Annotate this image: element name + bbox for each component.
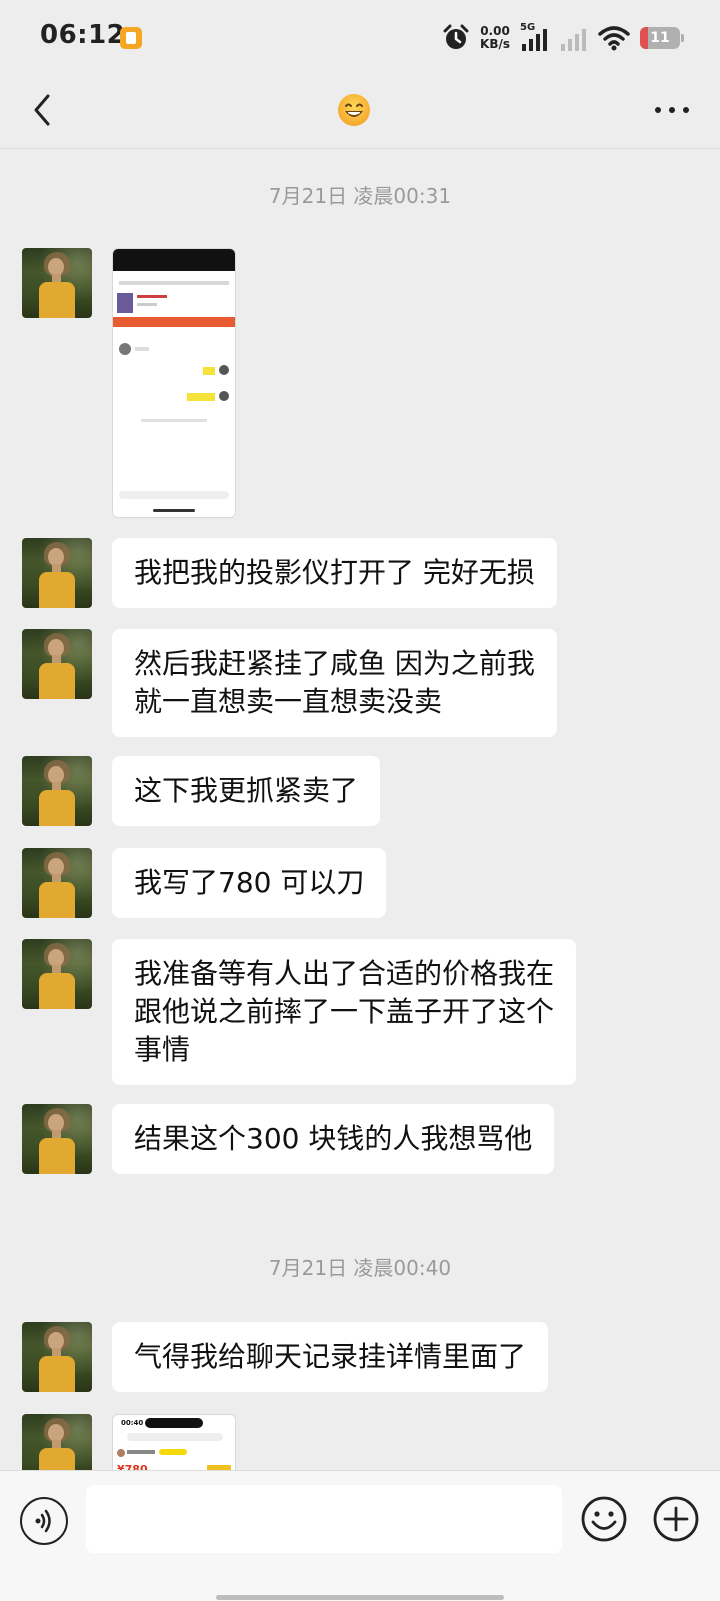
avatar[interactable] bbox=[22, 756, 92, 826]
net-speed: 0.00 KB/s bbox=[480, 25, 510, 51]
message-bubble[interactable]: 气得我给聊天记录挂详情里面了 bbox=[112, 1322, 549, 1392]
message-bubble[interactable]: 然后我赶紧挂了咸鱼 因为之前我 就一直想卖一直想卖没卖 bbox=[112, 629, 557, 737]
plus-circle-icon[interactable] bbox=[652, 1495, 700, 1543]
voice-button[interactable] bbox=[20, 1497, 68, 1545]
signal-5g: 5G bbox=[520, 22, 550, 52]
chevron-left-icon[interactable] bbox=[28, 90, 58, 130]
chat-header bbox=[0, 76, 720, 149]
message-line: 事情 bbox=[134, 1033, 191, 1066]
smiling-face-emoji bbox=[338, 94, 370, 126]
wifi-icon bbox=[598, 26, 630, 51]
avatar[interactable] bbox=[22, 248, 92, 318]
battery-icon: 11 bbox=[640, 27, 684, 49]
message-bubble[interactable]: 这下我更抓紧卖了 bbox=[112, 756, 381, 826]
message-bubble[interactable]: 我把我的投影仪打开了 完好无损 bbox=[112, 538, 557, 608]
emoji-icon[interactable] bbox=[580, 1495, 628, 1543]
input-bar bbox=[0, 1470, 720, 1601]
message-line: 我准备等有人出了合适的价格我在 bbox=[134, 957, 555, 990]
avatar[interactable] bbox=[22, 1322, 92, 1392]
signal-icon bbox=[522, 29, 547, 51]
net-speed-unit: KB/s bbox=[480, 37, 510, 51]
voice-icon bbox=[35, 1509, 51, 1533]
battery-level: 11 bbox=[650, 30, 670, 46]
message-bubble[interactable]: 我写了780 可以刀 bbox=[112, 848, 387, 918]
status-time: 06:12 bbox=[40, 20, 126, 50]
timestamp: 7月21日 凌晨00:31 bbox=[268, 184, 452, 208]
signal-2-icon bbox=[561, 29, 586, 51]
listing-screenshot-thumbnail: 00:40 ¥780 bbox=[113, 1415, 235, 1471]
message-line: 就一直想卖一直想卖没卖 bbox=[134, 685, 443, 718]
thumbnail-time: 00:40 bbox=[121, 1419, 144, 1427]
avatar[interactable] bbox=[22, 848, 92, 918]
message-bubble[interactable]: 我准备等有人出了合适的价格我在 跟他说之前摔了一下盖子开了这个 事情 bbox=[112, 939, 577, 1085]
status-bar: 06:12 0.00 KB/s 5G 11 bbox=[0, 0, 720, 76]
chat-screenshot-thumbnail bbox=[113, 249, 235, 517]
image-message[interactable]: 00:40 ¥780 bbox=[112, 1414, 236, 1471]
message-input[interactable] bbox=[86, 1485, 562, 1553]
status-icons: 0.00 KB/s 5G 11 bbox=[442, 22, 684, 54]
avatar[interactable] bbox=[22, 538, 92, 608]
home-indicator[interactable] bbox=[216, 1595, 504, 1600]
message-line: 然后我赶紧挂了咸鱼 因为之前我 bbox=[134, 647, 535, 680]
image-message[interactable] bbox=[112, 248, 236, 518]
timestamp: 7月21日 凌晨00:40 bbox=[268, 1256, 452, 1280]
avatar[interactable] bbox=[22, 939, 92, 1009]
message-line: 跟他说之前摔了一下盖子开了这个 bbox=[134, 995, 555, 1028]
alarm-icon bbox=[443, 24, 469, 49]
message-bubble[interactable]: 结果这个300 块钱的人我想骂他 bbox=[112, 1104, 555, 1174]
avatar[interactable] bbox=[22, 1104, 92, 1174]
notification-badge-icon bbox=[120, 27, 142, 49]
more-dots-icon[interactable] bbox=[652, 98, 692, 122]
avatar[interactable] bbox=[22, 629, 92, 699]
